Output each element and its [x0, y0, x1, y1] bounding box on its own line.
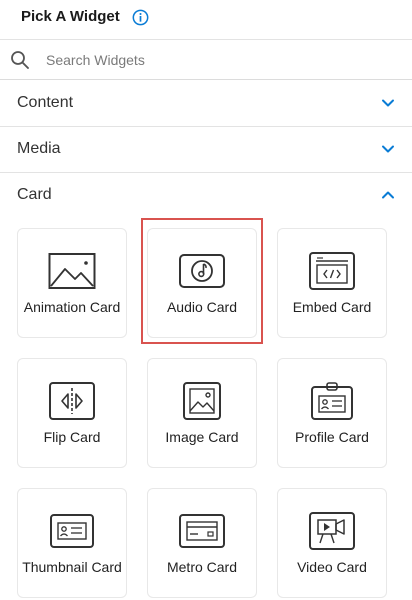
section-label: Media: [17, 140, 61, 157]
card-label: Video Card: [297, 559, 367, 575]
search-bar: [0, 40, 412, 80]
section-content[interactable]: Content: [0, 81, 412, 127]
card-label: Embed Card: [292, 299, 372, 315]
widget-card-flip[interactable]: Flip Card: [17, 358, 127, 468]
video-camera-icon: [309, 512, 355, 550]
header: Pick A Widget: [0, 0, 412, 40]
page-title: Pick A Widget: [21, 8, 120, 25]
card-label: Image Card: [165, 429, 239, 445]
widget-card-video[interactable]: Video Card: [277, 488, 387, 598]
card-label: Thumbnail Card: [22, 559, 122, 575]
section-card[interactable]: Card: [0, 173, 412, 219]
chevron-up-icon: [382, 191, 394, 199]
chevron-down-icon: [382, 99, 394, 107]
selection-highlight: [141, 218, 263, 344]
info-icon[interactable]: [132, 9, 149, 26]
chevron-down-icon: [382, 145, 394, 153]
card-label: Metro Card: [166, 559, 238, 575]
widget-card-metro[interactable]: Metro Card: [147, 488, 257, 598]
section-label: Content: [17, 94, 74, 111]
widget-card-image[interactable]: Image Card: [147, 358, 257, 468]
card-label: Flip Card: [43, 429, 101, 445]
widget-card-thumbnail[interactable]: Thumbnail Card: [17, 488, 127, 598]
widget-card-profile[interactable]: Profile Card: [277, 358, 387, 468]
flip-icon: [49, 382, 95, 420]
image-icon: [183, 382, 221, 420]
section-label: Card: [17, 186, 52, 203]
search-input[interactable]: [46, 49, 396, 71]
widget-card-embed[interactable]: Embed Card: [277, 228, 387, 338]
card-label: Profile Card: [295, 429, 369, 445]
search-icon: [11, 51, 29, 69]
contact-card-icon: [50, 514, 94, 548]
code-window-icon: [309, 252, 355, 290]
card-label: Animation Card: [23, 299, 121, 315]
section-media[interactable]: Media: [0, 127, 412, 173]
widget-card-animation[interactable]: Animation Card: [17, 228, 127, 338]
id-badge-icon: [311, 382, 353, 420]
credit-card-icon: [179, 514, 225, 548]
landscape-image-icon: [48, 253, 96, 289]
